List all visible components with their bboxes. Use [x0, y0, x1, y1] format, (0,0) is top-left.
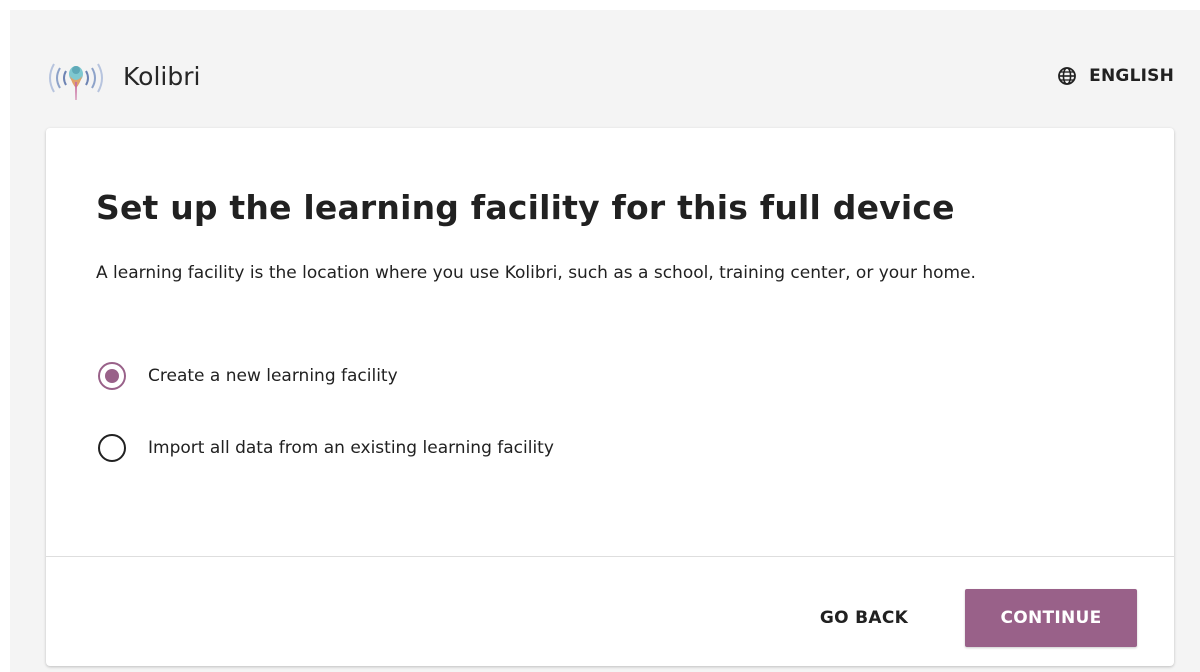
radio-option-import-existing-facility[interactable]: Import all data from an existing learnin… [98, 434, 554, 462]
radio-button-unchecked[interactable] [98, 434, 126, 462]
language-label: ENGLISH [1089, 66, 1174, 86]
app-title: Kolibri [123, 62, 201, 91]
globe-icon [1057, 66, 1077, 86]
radio-label-import-existing-facility: Import all data from an existing learnin… [148, 438, 554, 458]
app-header: Kolibri ENGLISH [10, 10, 1200, 128]
continue-button[interactable]: CONTINUE [965, 589, 1137, 647]
setup-card: Set up the learning facility for this fu… [46, 128, 1174, 666]
card-footer-divider [46, 556, 1174, 557]
go-back-button[interactable]: GO BACK [794, 589, 934, 647]
language-switcher[interactable]: ENGLISH [1057, 63, 1174, 89]
radio-option-create-new-facility[interactable]: Create a new learning facility [98, 362, 398, 390]
card-description: A learning facility is the location wher… [96, 263, 976, 283]
kolibri-logo-icon [46, 54, 106, 102]
radio-button-checked[interactable] [98, 362, 126, 390]
page-title: Set up the learning facility for this fu… [96, 188, 955, 227]
radio-label-create-new-facility: Create a new learning facility [148, 366, 398, 386]
